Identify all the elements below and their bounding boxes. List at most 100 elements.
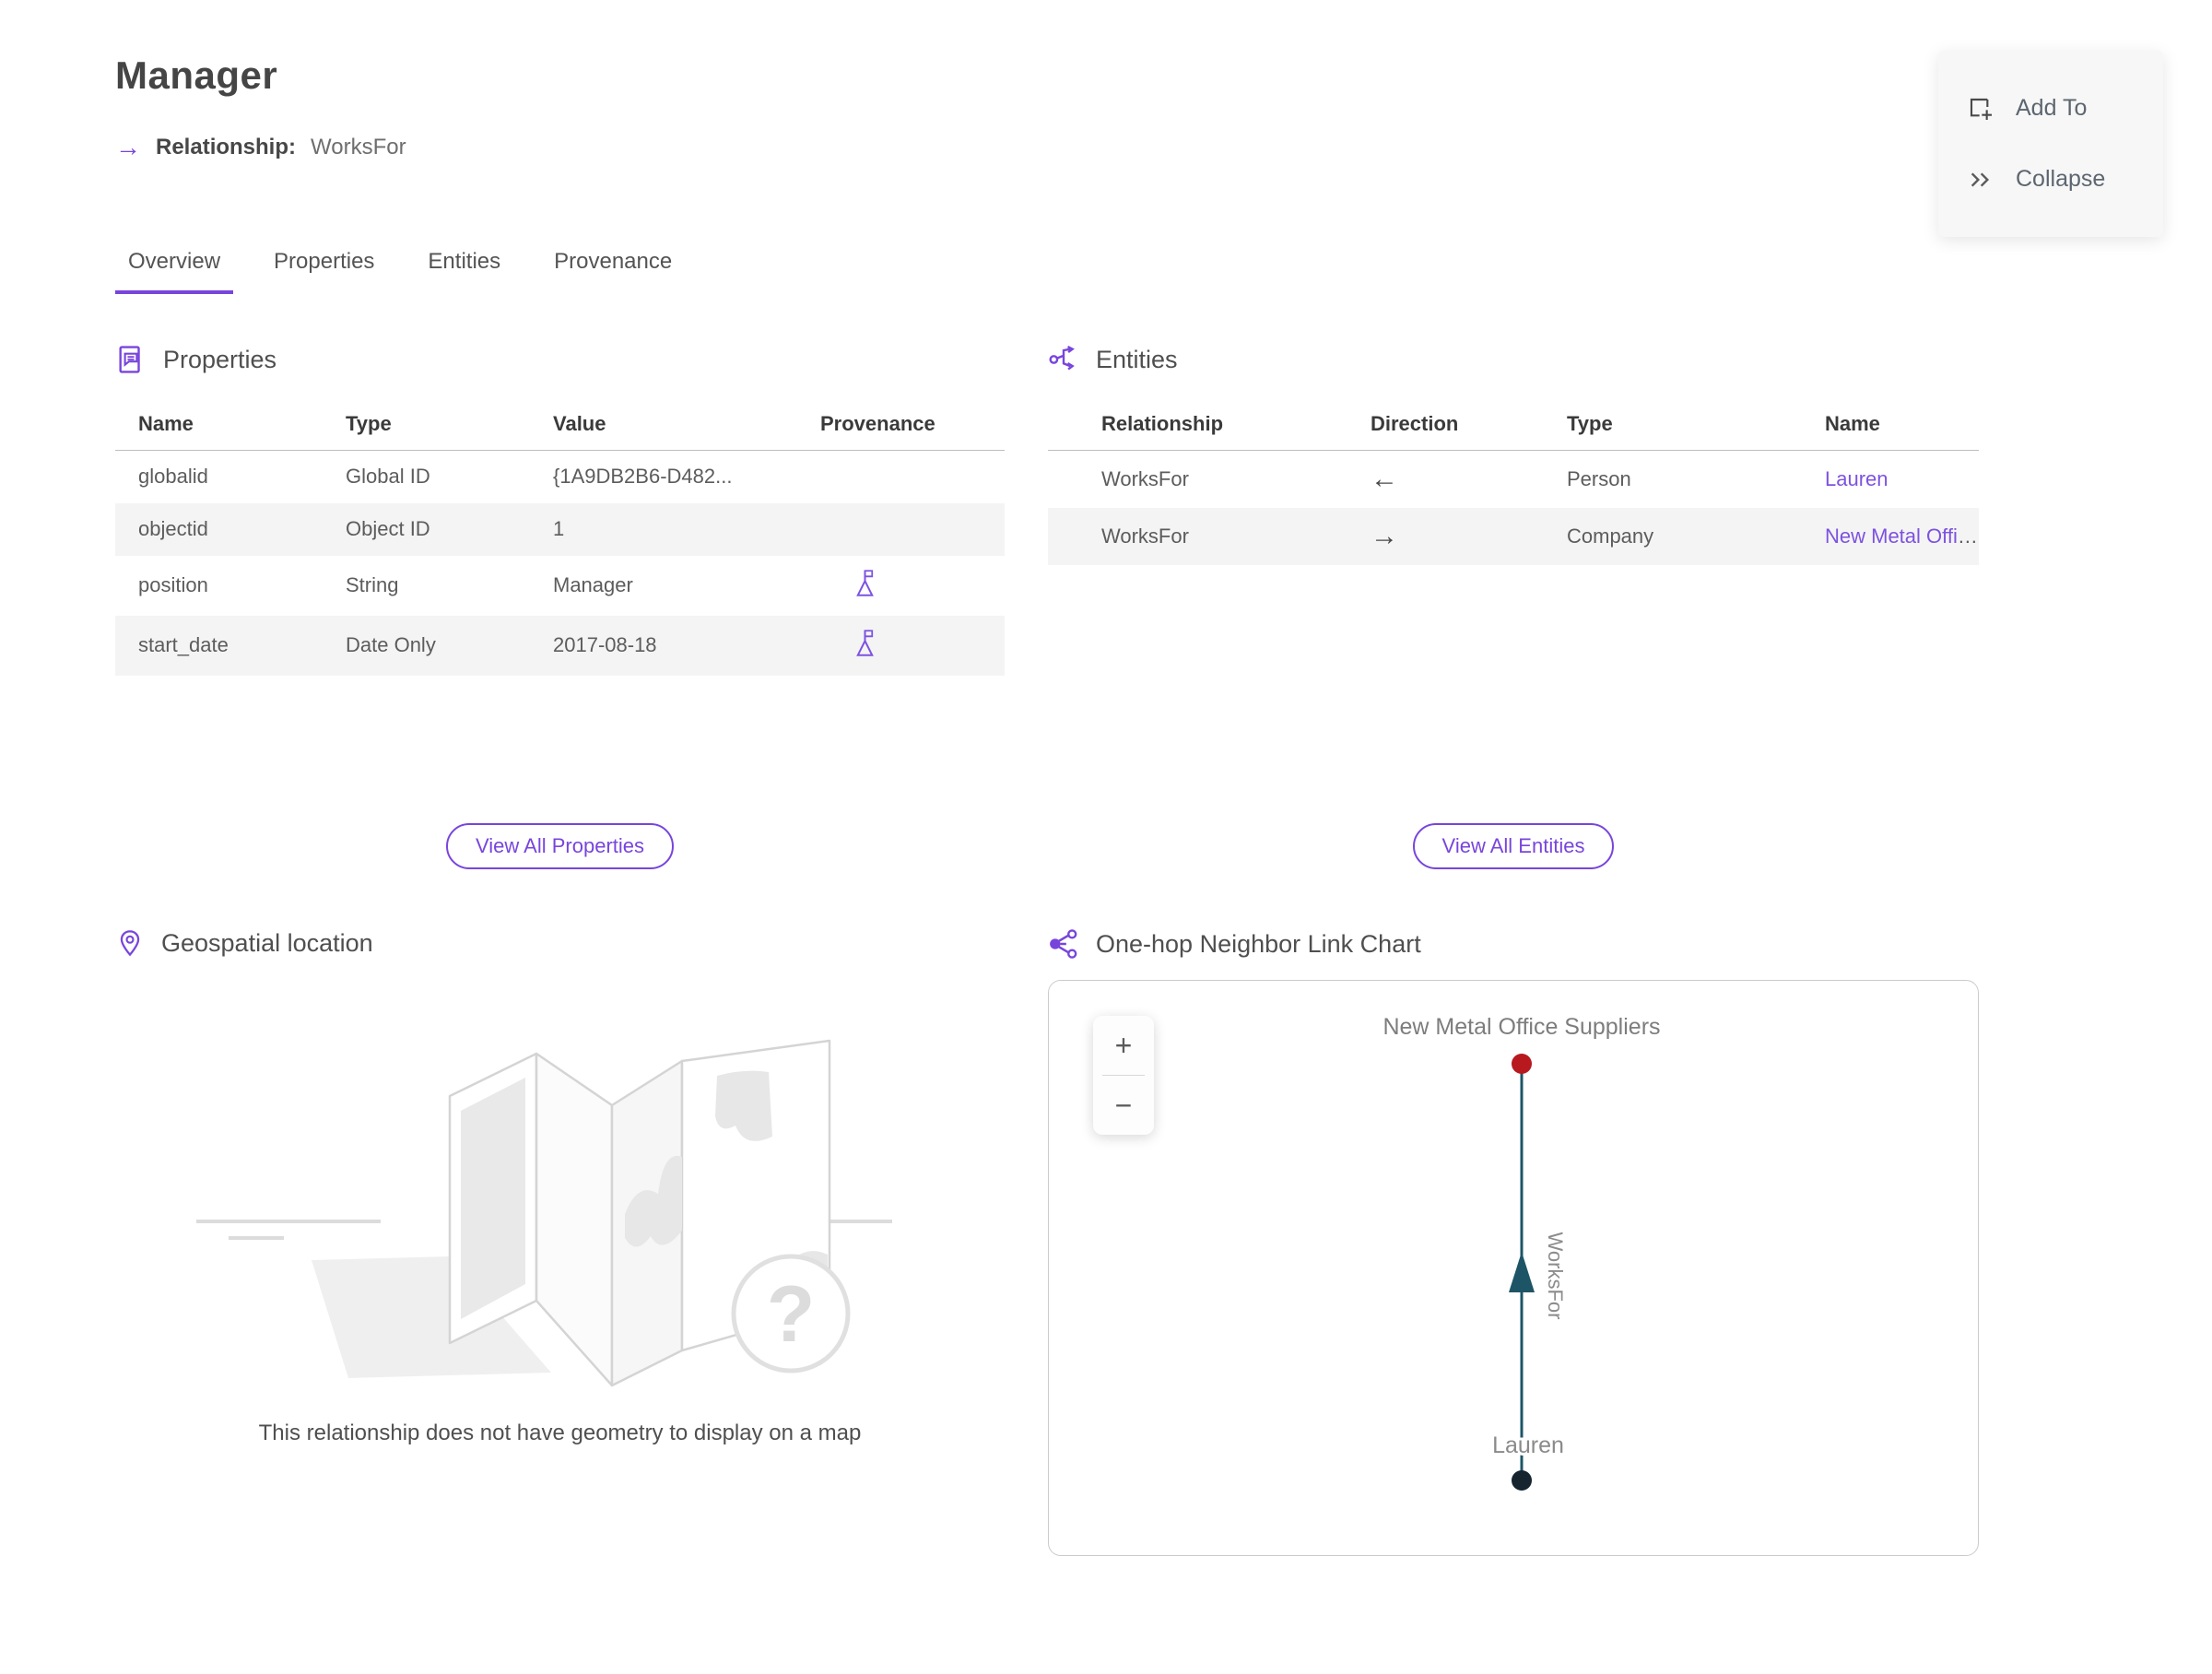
entities-section-header: Entities <box>1048 344 1979 375</box>
property-name: start_date <box>138 633 229 656</box>
entity-node-company[interactable] <box>1512 1054 1532 1074</box>
property-type: String <box>346 573 399 596</box>
property-provenance <box>797 503 1005 556</box>
view-all-entities-button[interactable]: View All Entities <box>1412 823 1615 869</box>
link-chart-panel: One-hop Neighbor Link Chart New Metal Of… <box>1048 928 1979 1556</box>
geospatial-section-title: Geospatial location <box>161 928 373 957</box>
col-header-name: Name <box>1771 395 1979 451</box>
entity-node-person[interactable] <box>1512 1470 1532 1491</box>
entity-name: Lauren <box>1771 451 1979 509</box>
link-chart-canvas[interactable]: New Metal Office Suppliers WorksFor Laur… <box>1048 980 1979 1556</box>
relationship-arrow-icon: → <box>115 133 141 161</box>
page-title: Manager <box>115 53 278 97</box>
collapse-chevrons-icon <box>1971 171 1990 187</box>
zoom-out-button[interactable]: − <box>1093 1076 1154 1135</box>
zoom-control: + − <box>1093 1016 1154 1135</box>
entity-direction: ← <box>1317 451 1513 509</box>
link-chart-section-title: One-hop Neighbor Link Chart <box>1096 929 1421 958</box>
entities-section-title: Entities <box>1096 345 1178 373</box>
collapse-button[interactable]: Collapse <box>1966 165 2163 195</box>
empty-map-illustration: ? <box>195 1039 892 1387</box>
geometry-empty-message: This relationship does not have geometry… <box>258 1421 862 1445</box>
table-row: WorksFor ← Person Lauren <box>1048 451 1979 509</box>
entities-table: Relationship Direction Type Name WorksFo… <box>1048 395 1979 565</box>
main-content: Properties Name Type Value Provenance gl… <box>115 344 2212 1556</box>
property-provenance <box>797 451 1005 503</box>
direction-right-icon: → <box>1371 521 1398 551</box>
entity-relationship: WorksFor <box>1101 467 1189 490</box>
entities-header-row: Relationship Direction Type Name <box>1048 395 1979 451</box>
right-column: Entities Relationship Direction Type Nam… <box>1048 344 1979 1556</box>
property-provenance <box>797 556 1005 616</box>
entity-name: New Metal Offic... <box>1771 508 1979 565</box>
zoom-in-button[interactable]: + <box>1093 1016 1154 1075</box>
left-column: Properties Name Type Value Provenance gl… <box>115 344 1005 1556</box>
tab-entities[interactable]: Entities <box>415 249 513 294</box>
entity-type: Person <box>1567 467 1631 490</box>
map-pin-icon <box>120 930 140 957</box>
property-value: {1A9DB2B6-D482... <box>553 465 733 489</box>
tab-overview[interactable]: Overview <box>115 249 234 294</box>
actions-card: Add To Collapse <box>1938 51 2163 237</box>
col-header-type: Type <box>323 395 530 451</box>
col-header-value: Value <box>530 395 797 451</box>
col-header-direction: Direction <box>1317 395 1513 451</box>
properties-section-title: Properties <box>163 345 277 373</box>
entity-direction: → <box>1317 508 1513 565</box>
question-mark-glyph: ? <box>766 1270 815 1359</box>
tab-bar: Overview Properties Entities Provenance <box>115 249 2212 294</box>
entity-link-lauren[interactable]: Lauren <box>1825 467 1888 490</box>
geospatial-panel: Geospatial location ? This relationship … <box>115 928 1005 1446</box>
entities-button-row: View All Entities <box>1048 823 1979 871</box>
property-name: objectid <box>138 517 208 540</box>
table-row: WorksFor → Company New Metal Offic... <box>1048 508 1979 565</box>
node-label-person: Lauren <box>1492 1432 1564 1458</box>
property-name: globalid <box>138 465 208 489</box>
provenance-flag-icon[interactable] <box>853 629 877 657</box>
col-header-name: Name <box>115 395 323 451</box>
col-header-provenance: Provenance <box>797 395 1005 451</box>
link-chart-graph: New Metal Office Suppliers WorksFor Laur… <box>1380 1011 1664 1491</box>
provenance-flag-icon[interactable] <box>853 569 877 597</box>
table-row: globalid Global ID {1A9DB2B6-D482... <box>115 451 1005 503</box>
breadcrumb: → Relationship: WorksFor <box>115 135 2212 160</box>
collapse-label: Collapse <box>2016 166 2106 192</box>
relationship-details-page: Manager → Relationship: WorksFor Add To … <box>0 0 2212 1674</box>
add-to-label: Add To <box>2016 95 2088 121</box>
relationship-value: WorksFor <box>311 135 406 159</box>
properties-section-header: Properties <box>115 344 1005 375</box>
add-to-icon <box>1970 98 1992 120</box>
relationship-label: Relationship: <box>156 135 297 159</box>
property-name: position <box>138 573 208 596</box>
add-to-button[interactable]: Add To <box>1966 94 2163 124</box>
entity-type: Company <box>1567 525 1654 548</box>
edge-direction-arrow <box>1509 1252 1535 1292</box>
property-value: 2017-08-18 <box>553 633 657 656</box>
view-all-properties-button[interactable]: View All Properties <box>445 823 674 869</box>
col-header-relationship: Relationship <box>1048 395 1317 451</box>
property-value: Manager <box>553 573 633 596</box>
edge-label-worksfor: WorksFor <box>1544 1232 1567 1320</box>
property-type: Global ID <box>346 465 430 489</box>
properties-header-row: Name Type Value Provenance <box>115 395 1005 451</box>
properties-panel: Properties Name Type Value Provenance gl… <box>115 344 1005 823</box>
property-value: 1 <box>553 517 565 540</box>
entity-link-company[interactable]: New Metal Offic... <box>1825 525 1979 548</box>
geospatial-section-header: Geospatial location <box>115 928 1005 958</box>
link-chart-icon <box>1050 929 1077 959</box>
properties-table: Name Type Value Provenance globalid Glob… <box>115 395 1005 676</box>
tab-properties[interactable]: Properties <box>261 249 387 294</box>
property-provenance <box>797 616 1005 676</box>
col-header-type: Type <box>1513 395 1771 451</box>
table-row: start_date Date Only 2017-08-18 <box>115 615 1005 676</box>
tab-provenance[interactable]: Provenance <box>541 249 685 294</box>
table-row: position String Manager <box>115 556 1005 616</box>
properties-icon <box>119 346 140 373</box>
direction-left-icon: ← <box>1371 464 1398 494</box>
entities-panel: Entities Relationship Direction Type Nam… <box>1048 344 1979 823</box>
entities-graph-icon <box>1049 346 1075 371</box>
link-chart-section-header: One-hop Neighbor Link Chart <box>1048 928 1979 960</box>
node-label-company: New Metal Office Suppliers <box>1382 1014 1660 1040</box>
entity-relationship: WorksFor <box>1101 525 1189 548</box>
properties-button-row: View All Properties <box>115 823 1005 871</box>
